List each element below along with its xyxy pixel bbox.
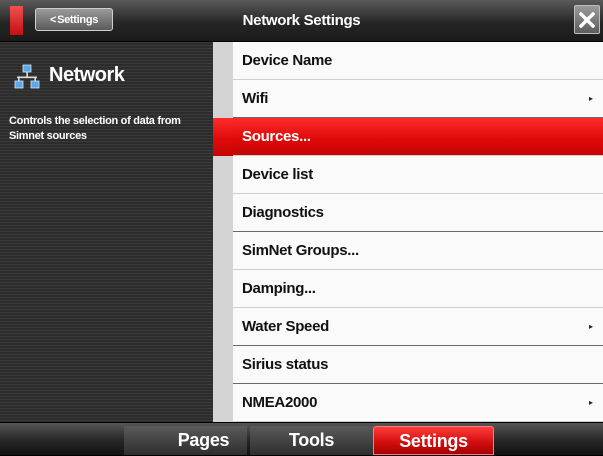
submenu-arrow-icon: ▸ <box>588 322 593 331</box>
menu-item-diagnostics[interactable]: Diagnostics <box>233 194 603 232</box>
tab-settings[interactable]: Settings <box>373 426 494 455</box>
menu-item-damping[interactable]: Damping... <box>233 270 603 308</box>
menu-item-label: Device Name <box>242 52 333 69</box>
menu-item-simnet-groups[interactable]: SimNet Groups... <box>233 232 603 270</box>
network-icon <box>14 64 40 89</box>
submenu-arrow-icon: ▸ <box>588 398 593 407</box>
bottom-tab-bar: Pages Tools Settings <box>0 422 603 455</box>
menu-item-wifi[interactable]: Wifi ▸ <box>233 80 603 118</box>
tab-settings-label: Settings <box>399 431 468 451</box>
menu-item-device-list[interactable]: Device list <box>233 156 603 194</box>
menu-item-device-name[interactable]: Device Name <box>233 42 603 80</box>
menu-item-label: NMEA2000 <box>242 394 318 411</box>
selection-indicator <box>213 118 233 156</box>
menu-item-sirius-status[interactable]: Sirius status <box>233 346 603 384</box>
back-button[interactable]: < Settings <box>35 8 113 31</box>
panel-title: Network <box>49 64 125 86</box>
back-button-label: Settings <box>57 13 99 26</box>
menu-item-sources[interactable]: Sources... <box>233 118 603 156</box>
menu-item-label: Wifi <box>242 90 269 107</box>
menu-item-water-speed[interactable]: Water Speed ▸ <box>233 308 603 346</box>
menu-item-label: Sirius status <box>242 356 329 373</box>
menu-item-nmea2000[interactable]: NMEA2000 ▸ <box>233 384 603 422</box>
menu-item-label: Diagnostics <box>242 204 324 221</box>
submenu-arrow-icon: ▸ <box>588 94 593 103</box>
menu-item-label: Device list <box>242 166 313 183</box>
menu-gutter <box>213 42 233 422</box>
menu-item-label: Sources... <box>242 128 311 145</box>
menu-item-label: SimNet Groups... <box>242 242 359 259</box>
description-panel: Network Controls the selection of data f… <box>0 42 213 422</box>
panel-description: Controls the selection of data from Simn… <box>9 115 181 142</box>
title-bar: < Settings Network Settings <box>0 0 603 42</box>
menu-item-label: Water Speed <box>242 318 330 335</box>
back-chevron-icon: < <box>49 13 57 26</box>
close-button[interactable] <box>574 5 600 34</box>
tab-tools-label: Tools <box>288 430 335 450</box>
tab-pages[interactable]: Pages <box>124 426 247 455</box>
settings-menu: Device Name Wifi ▸ Sources... Device lis… <box>233 42 603 422</box>
menu-item-label: Damping... <box>242 280 316 297</box>
tab-tools[interactable]: Tools <box>250 426 373 455</box>
tab-pages-label: Pages <box>177 430 230 450</box>
close-icon <box>579 11 595 28</box>
red-accent-tab <box>10 6 23 35</box>
